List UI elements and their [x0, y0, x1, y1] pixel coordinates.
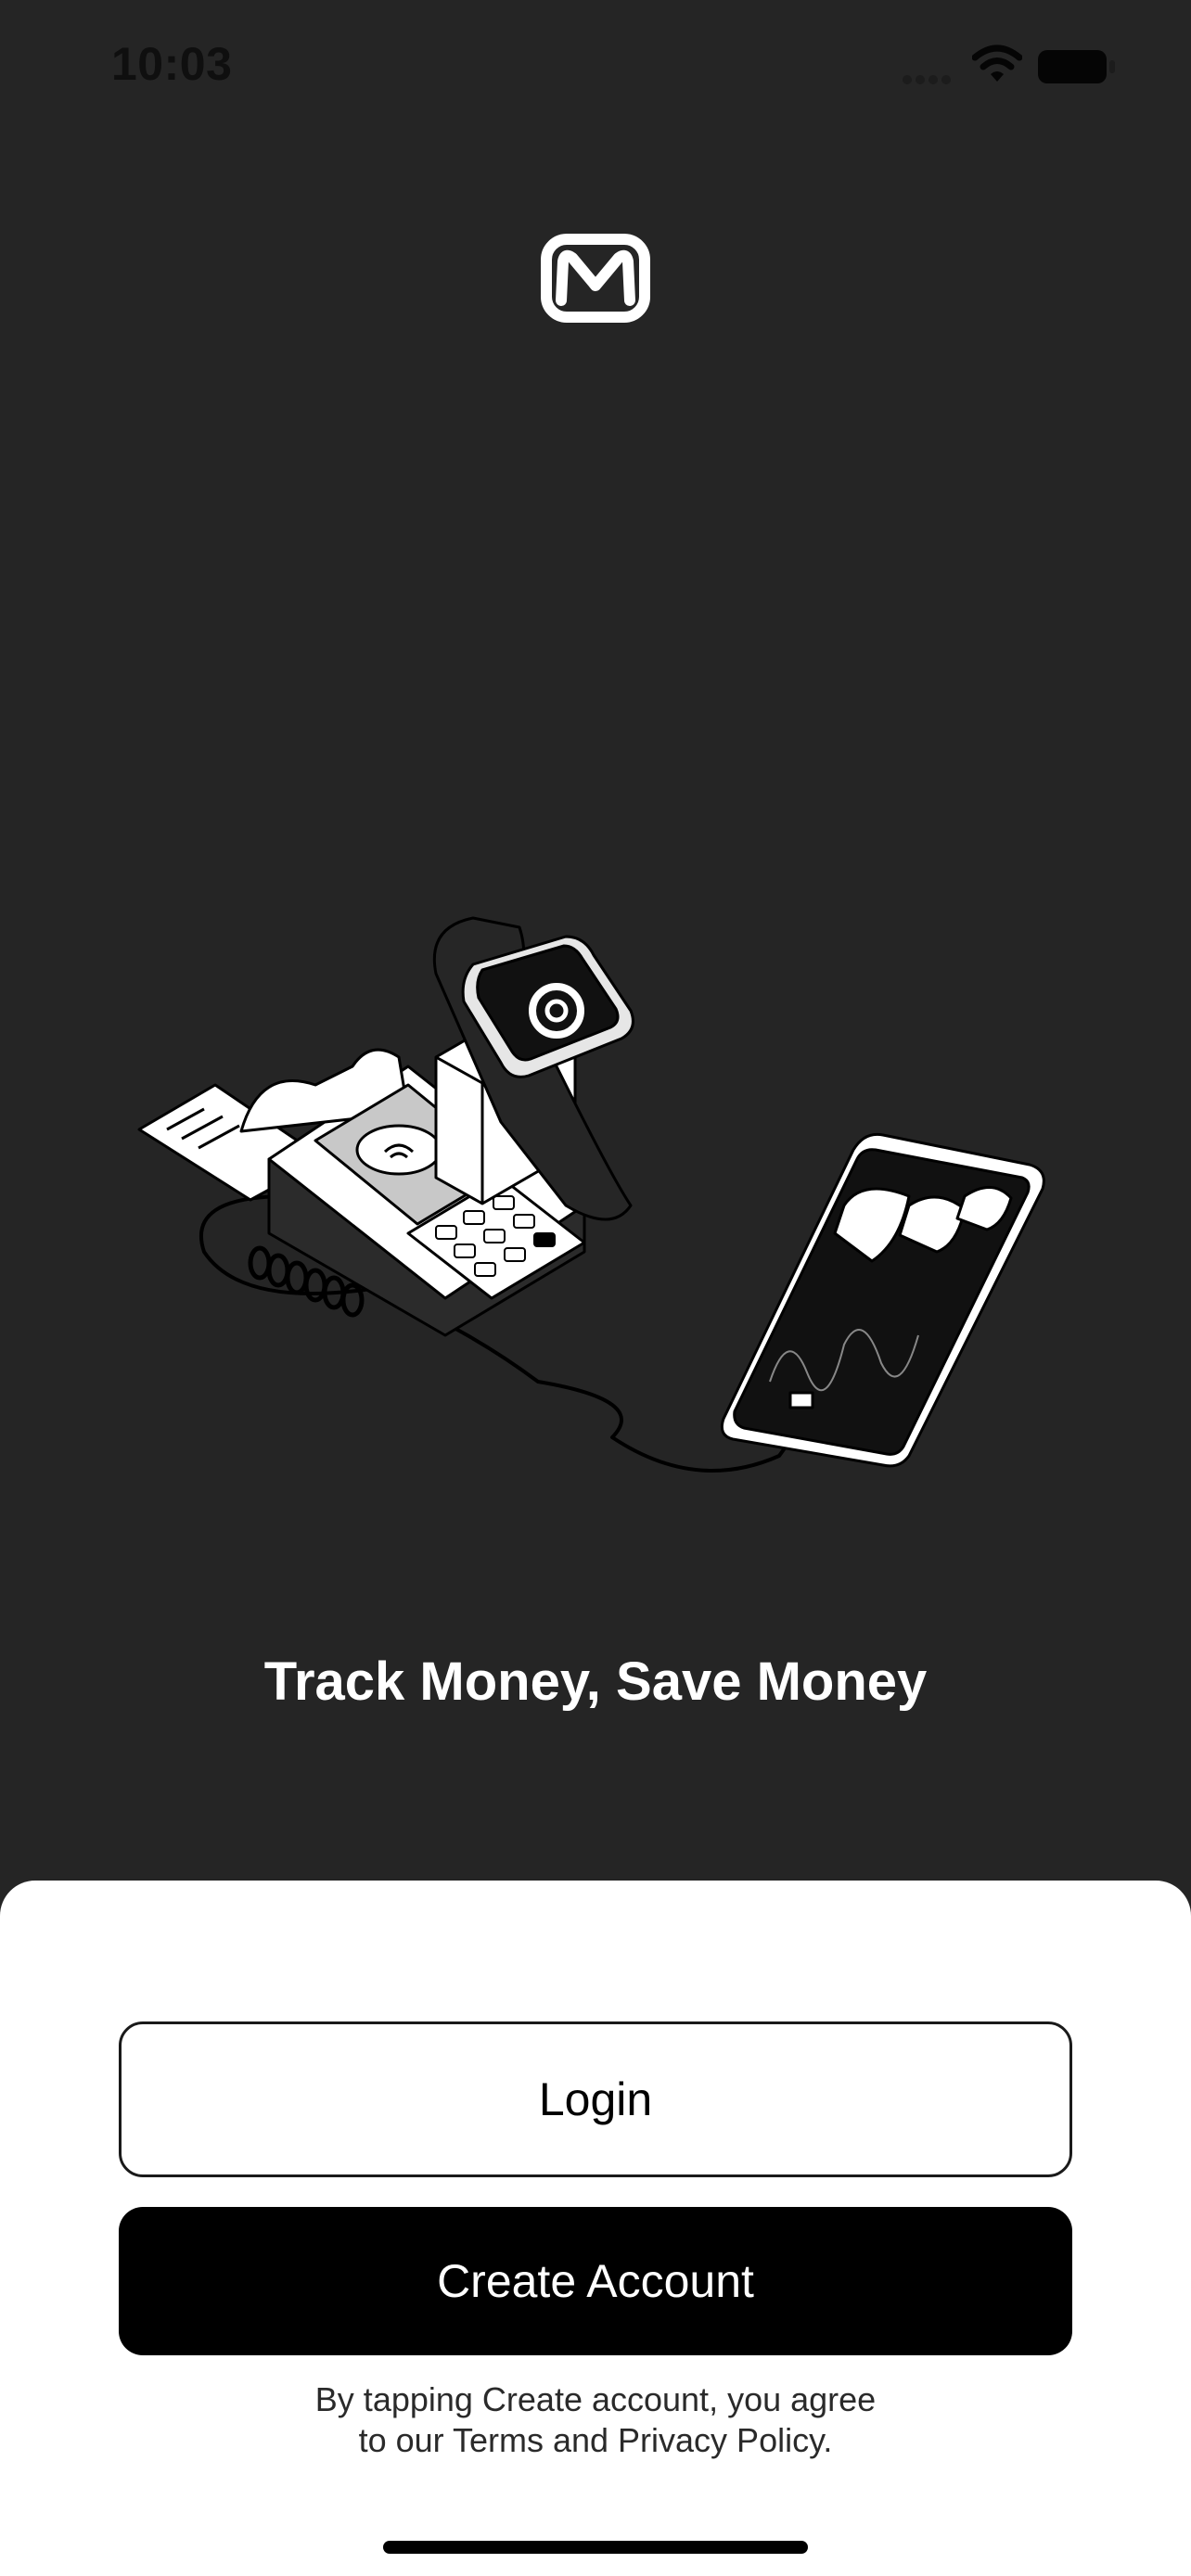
legal-line-2[interactable]: to our Terms and Privacy Policy. [0, 2420, 1191, 2461]
status-time: 10:03 [111, 38, 233, 90]
home-indicator[interactable] [383, 2541, 808, 2554]
legal-notice: By tapping Create account, you agree to … [0, 2379, 1191, 2461]
create-account-button[interactable]: Create Account [119, 2207, 1072, 2355]
status-bar: 10:03 [0, 0, 1191, 139]
login-button[interactable]: Login [119, 2021, 1072, 2177]
wifi-icon [972, 45, 1022, 82]
battery-icon [1038, 50, 1115, 83]
m-logo-icon [541, 234, 650, 323]
tagline: Track Money, Save Money [263, 1651, 928, 1712]
legal-line-1: By tapping Create account, you agree [314, 2380, 877, 2418]
payment-devices-illustration [137, 916, 1045, 1473]
bottom-sheet: Login Create Account By tapping Create a… [0, 1881, 1191, 2576]
signal-dots-icon [903, 75, 951, 84]
